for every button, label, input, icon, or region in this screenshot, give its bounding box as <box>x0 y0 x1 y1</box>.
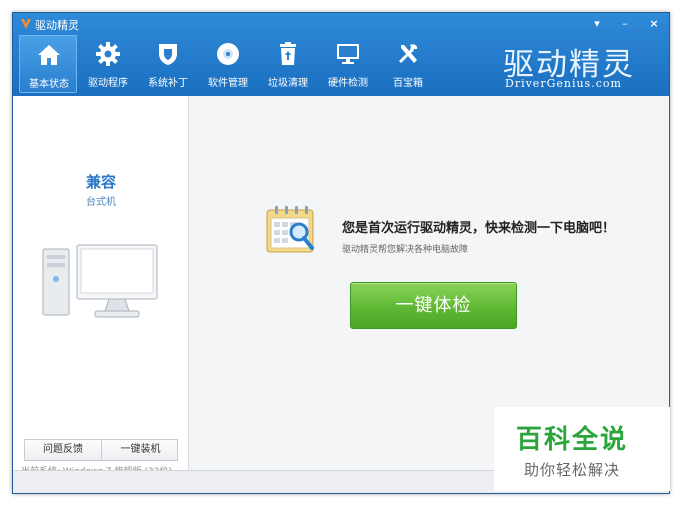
header-bar: 驱动精灵 ▾ – × 基本状态 驱动程序 系统补丁 软件管理 垃圾清理 硬件检测… <box>13 13 669 96</box>
tab-label: 基本状态 <box>29 79 69 90</box>
brand-logo: 驱动精灵 DriverGenius.com <box>501 39 651 90</box>
tab-drivers[interactable]: 驱动程序 <box>79 35 137 93</box>
tab-label: 软件管理 <box>208 78 248 89</box>
brand-name-en: DriverGenius.com <box>505 77 622 90</box>
device-panel: 兼容 台式机 问题反馈 一键装机 当前系统: Windows 7 旗舰版 (32… <box>13 96 189 477</box>
screenshot-stage: 驱动精灵 ▾ – × 基本状态 驱动程序 系统补丁 软件管理 垃圾清理 硬件检测… <box>0 0 692 515</box>
gear-icon <box>96 42 120 66</box>
shield-icon <box>159 44 177 65</box>
tab-label: 系统补丁 <box>148 78 188 89</box>
disc-icon <box>217 43 239 65</box>
device-name: 兼容 <box>85 173 116 191</box>
watermark-subtitle: 助你轻松解决 <box>524 461 621 479</box>
tools-icon <box>399 44 418 63</box>
first-run-headline: 您是首次运行驱动精灵，快来检测一下电脑吧！ <box>342 221 616 236</box>
tab-basic-status[interactable]: 基本状态 <box>19 35 77 93</box>
minimize-button[interactable]: – <box>614 15 636 32</box>
title-bar: 驱动精灵 ▾ – × <box>13 13 669 35</box>
tab-label: 驱动程序 <box>88 78 128 89</box>
tab-label: 垃圾清理 <box>268 78 308 89</box>
recycle-bin-icon <box>280 42 296 65</box>
watermark-title: 百科全说 <box>516 425 629 455</box>
watermark: 百科全说 助你轻松解决 <box>494 407 670 491</box>
menu-dropdown-button[interactable]: ▾ <box>586 15 608 32</box>
one-click-check-button[interactable]: 一键体检 <box>350 282 517 329</box>
desktop-pc-icon <box>42 244 158 318</box>
app-logo-icon <box>21 19 31 29</box>
window-title: 驱动精灵 <box>35 19 79 32</box>
monitor-icon <box>337 44 359 64</box>
tab-label: 百宝箱 <box>393 78 423 89</box>
tab-system-patches[interactable]: 系统补丁 <box>139 35 197 93</box>
home-icon <box>38 45 60 65</box>
one-click-install-button[interactable]: 一键装机 <box>102 440 179 460</box>
tab-label: 硬件检测 <box>328 78 368 89</box>
calendar-search-icon <box>266 206 314 253</box>
tab-software-management[interactable]: 软件管理 <box>199 35 257 93</box>
device-type: 台式机 <box>86 197 116 208</box>
tab-toolbox[interactable]: 百宝箱 <box>379 35 437 93</box>
first-run-subline: 驱动精灵帮您解决各种电脑故障 <box>342 245 469 255</box>
feedback-button[interactable]: 问题反馈 <box>25 440 102 460</box>
left-button-group: 问题反馈 一键装机 <box>24 439 178 461</box>
close-button[interactable]: × <box>643 15 665 32</box>
tab-hardware-detection[interactable]: 硬件检测 <box>319 35 377 93</box>
tab-junk-cleanup[interactable]: 垃圾清理 <box>259 35 317 93</box>
